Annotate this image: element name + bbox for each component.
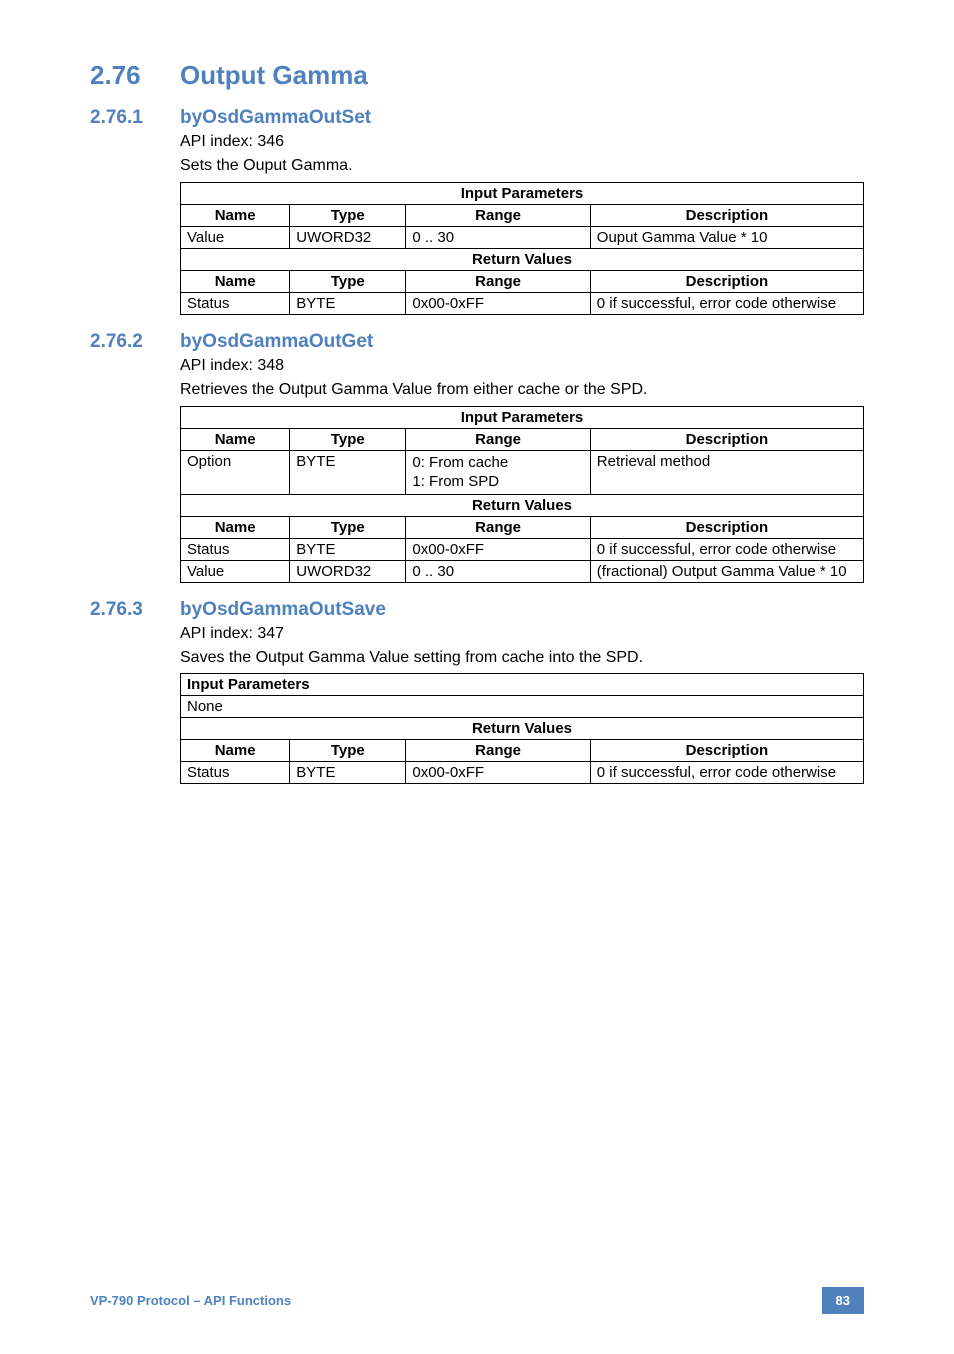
cell-name: Option	[181, 450, 290, 494]
col-range-header: Range	[406, 270, 590, 292]
subsection-title: byOsdGammaOutGet	[180, 331, 373, 352]
col-type-header: Type	[290, 270, 406, 292]
table-row: Status BYTE 0x00-0xFF 0 if successful, e…	[181, 292, 864, 314]
col-description-header: Description	[590, 270, 863, 292]
cell-type: UWORD32	[290, 560, 406, 582]
description-line: Sets the Ouput Gamma.	[180, 155, 864, 177]
return-values-header: Return Values	[181, 494, 864, 516]
table-section-row: Return Values	[181, 494, 864, 516]
subsection-title: byOsdGammaOutSave	[180, 599, 386, 620]
subsection-body: API index: 347 Saves the Output Gamma Va…	[180, 623, 864, 785]
description-line: Saves the Output Gamma Value setting fro…	[180, 647, 864, 669]
cell-description: 0 if successful, error code otherwise	[590, 292, 863, 314]
cell-description: 0 if successful, error code otherwise	[590, 762, 863, 784]
cell-type: UWORD32	[290, 226, 406, 248]
table-row: None	[181, 696, 864, 718]
description-line: Retrieves the Output Gamma Value from ei…	[180, 379, 864, 401]
cell-range: 0: From cache 1: From SPD	[406, 450, 590, 494]
col-range-header: Range	[406, 516, 590, 538]
footer-text: VP-790 Protocol – API Functions	[90, 1293, 291, 1308]
col-type-header: Type	[290, 740, 406, 762]
col-type-header: Type	[290, 516, 406, 538]
col-name-header: Name	[181, 428, 290, 450]
input-parameters-header: Input Parameters	[181, 182, 864, 204]
page-footer: VP-790 Protocol – API Functions 83	[90, 1287, 864, 1314]
table-header-row: Name Type Range Description	[181, 740, 864, 762]
col-name-header: Name	[181, 270, 290, 292]
range-line: 0: From cache	[412, 454, 508, 471]
col-name-header: Name	[181, 516, 290, 538]
cell-none: None	[181, 696, 864, 718]
table-section-row: Return Values	[181, 248, 864, 270]
subsection-body: API index: 348 Retrieves the Output Gamm…	[180, 355, 864, 583]
subsection-number: 2.76.2	[90, 331, 180, 353]
table-row: Option BYTE 0: From cache 1: From SPD Re…	[181, 450, 864, 494]
col-range-header: Range	[406, 204, 590, 226]
cell-name: Value	[181, 226, 290, 248]
return-values-header: Return Values	[181, 718, 864, 740]
subsection-heading: 2.76.1byOsdGammaOutSet	[90, 107, 864, 129]
api-index-line: API index: 348	[180, 355, 864, 377]
table-section-row: Input Parameters	[181, 406, 864, 428]
subsection-body: API index: 346 Sets the Ouput Gamma. Inp…	[180, 131, 864, 315]
table-section-row: Input Parameters	[181, 674, 864, 696]
table-header-row: Name Type Range Description	[181, 204, 864, 226]
cell-type: BYTE	[290, 292, 406, 314]
parameter-table: Input Parameters Name Type Range Descrip…	[180, 406, 864, 583]
section-title: Output Gamma	[180, 60, 368, 90]
col-type-header: Type	[290, 204, 406, 226]
col-description-header: Description	[590, 428, 863, 450]
subsection-heading: 2.76.3byOsdGammaOutSave	[90, 599, 864, 621]
cell-range: 0 .. 30	[406, 560, 590, 582]
table-header-row: Name Type Range Description	[181, 428, 864, 450]
col-range-header: Range	[406, 428, 590, 450]
table-header-row: Name Type Range Description	[181, 516, 864, 538]
page-content: 2.76Output Gamma 2.76.1byOsdGammaOutSet …	[0, 0, 954, 784]
col-range-header: Range	[406, 740, 590, 762]
page-number: 83	[822, 1287, 864, 1314]
subsection-number: 2.76.1	[90, 107, 180, 129]
cell-range: 0 .. 30	[406, 226, 590, 248]
cell-description: (fractional) Output Gamma Value * 10	[590, 560, 863, 582]
col-description-header: Description	[590, 204, 863, 226]
table-row: Status BYTE 0x00-0xFF 0 if successful, e…	[181, 538, 864, 560]
return-values-header: Return Values	[181, 248, 864, 270]
input-parameters-header: Input Parameters	[181, 674, 864, 696]
col-name-header: Name	[181, 740, 290, 762]
cell-description: Ouput Gamma Value * 10	[590, 226, 863, 248]
table-row: Status BYTE 0x00-0xFF 0 if successful, e…	[181, 762, 864, 784]
parameter-table: Input Parameters Name Type Range Descrip…	[180, 182, 864, 315]
cell-range: 0x00-0xFF	[406, 538, 590, 560]
cell-type: BYTE	[290, 762, 406, 784]
subsection-number: 2.76.3	[90, 599, 180, 621]
cell-range: 0x00-0xFF	[406, 292, 590, 314]
cell-name: Status	[181, 762, 290, 784]
range-line: 1: From SPD	[412, 473, 499, 490]
cell-type: BYTE	[290, 450, 406, 494]
parameter-table: Input Parameters None Return Values Name…	[180, 673, 864, 784]
section-heading: 2.76Output Gamma	[90, 60, 864, 91]
table-section-row: Input Parameters	[181, 182, 864, 204]
col-type-header: Type	[290, 428, 406, 450]
api-index-line: API index: 346	[180, 131, 864, 153]
input-parameters-header: Input Parameters	[181, 406, 864, 428]
cell-description: 0 if successful, error code otherwise	[590, 538, 863, 560]
section-number: 2.76	[90, 60, 180, 91]
table-header-row: Name Type Range Description	[181, 270, 864, 292]
table-row: Value UWORD32 0 .. 30 (fractional) Outpu…	[181, 560, 864, 582]
cell-name: Status	[181, 538, 290, 560]
cell-range: 0x00-0xFF	[406, 762, 590, 784]
table-section-row: Return Values	[181, 718, 864, 740]
cell-name: Status	[181, 292, 290, 314]
subsection-heading: 2.76.2byOsdGammaOutGet	[90, 331, 864, 353]
subsection-title: byOsdGammaOutSet	[180, 107, 371, 128]
cell-name: Value	[181, 560, 290, 582]
table-row: Value UWORD32 0 .. 30 Ouput Gamma Value …	[181, 226, 864, 248]
col-name-header: Name	[181, 204, 290, 226]
col-description-header: Description	[590, 740, 863, 762]
cell-type: BYTE	[290, 538, 406, 560]
api-index-line: API index: 347	[180, 623, 864, 645]
cell-description: Retrieval method	[590, 450, 863, 494]
col-description-header: Description	[590, 516, 863, 538]
